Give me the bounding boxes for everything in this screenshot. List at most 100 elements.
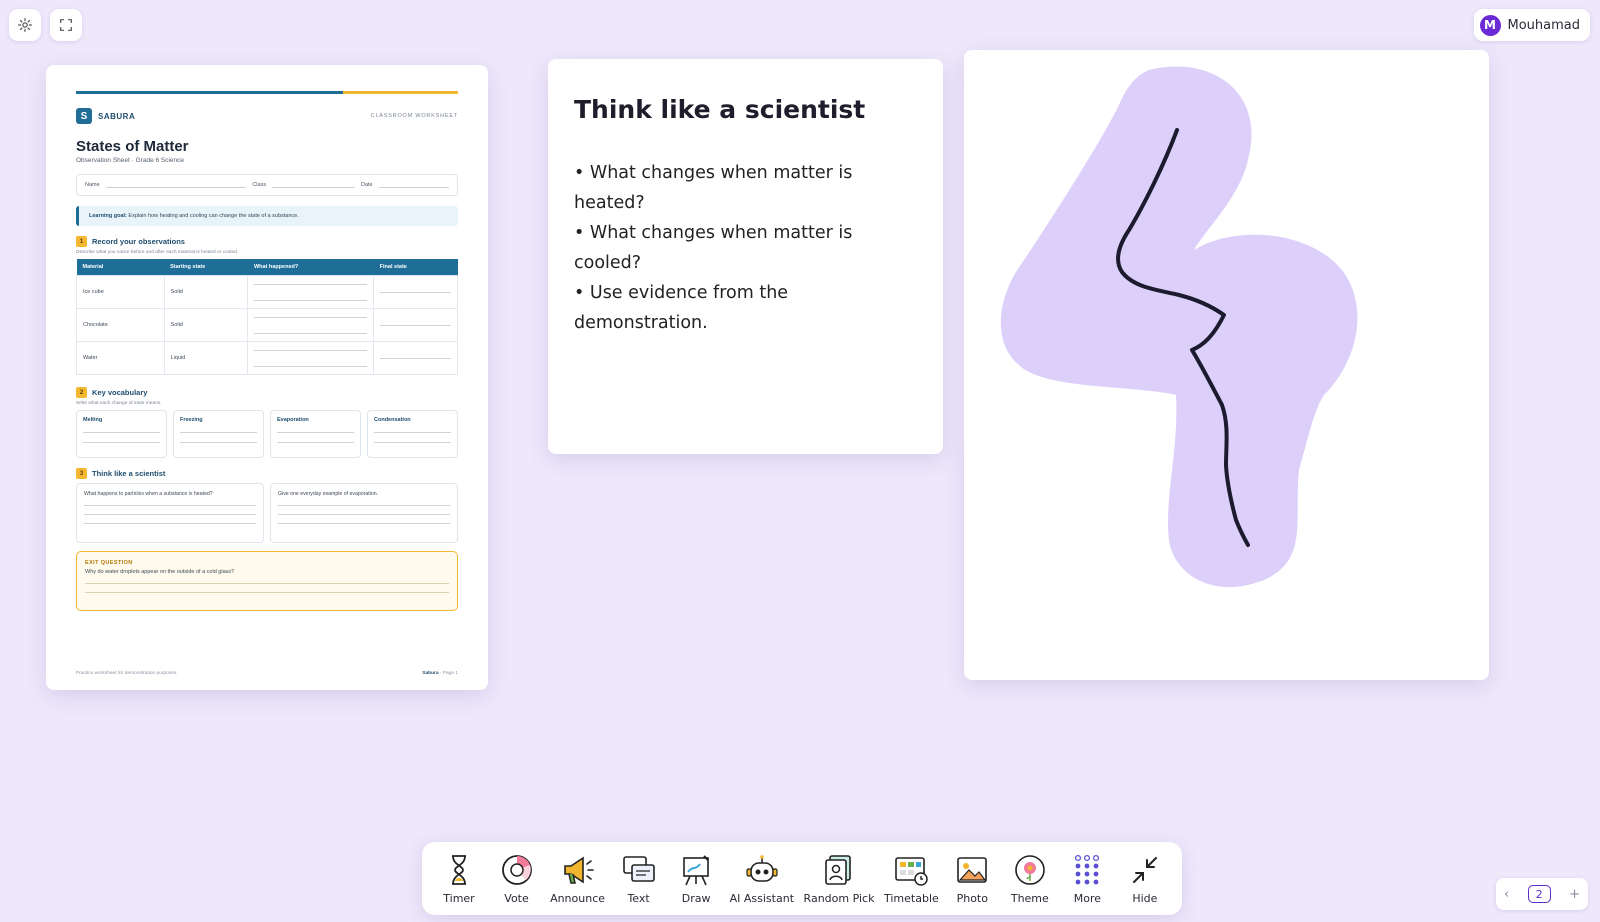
theme-icon xyxy=(1015,854,1045,885)
tool-label: Timer xyxy=(443,891,475,905)
page-navigation: ‹ 2 + xyxy=(1496,878,1588,910)
megaphone-icon xyxy=(563,856,594,884)
easel-icon xyxy=(683,854,709,885)
photo-button[interactable]: Photo xyxy=(948,853,996,905)
table-row: Water Liquid xyxy=(76,341,458,375)
theme-button[interactable]: Theme xyxy=(1006,853,1054,905)
vocab-term: Freezing xyxy=(180,417,203,423)
vocab-box: Condensation xyxy=(367,410,458,458)
timer-button[interactable]: Timer xyxy=(435,853,483,905)
avatar: M xyxy=(1479,14,1501,36)
exit-question-title: EXIT QUESTION xyxy=(85,560,133,566)
worksheet-title: States of Matter xyxy=(76,138,189,155)
text-bubble-icon xyxy=(622,855,655,882)
drawing-card[interactable] xyxy=(964,50,1489,680)
question-box: What happens to particles when a substan… xyxy=(76,483,264,543)
table-header: Final state xyxy=(373,259,458,276)
collapse-icon xyxy=(1132,856,1157,883)
footer-brand: Sabura xyxy=(422,671,439,676)
worksheet-card[interactable]: S SABURA CLASSROOM WORKSHEET States of M… xyxy=(46,65,488,690)
timetable-icon xyxy=(895,856,929,886)
section-title: Key vocabulary xyxy=(92,388,148,397)
learning-goal-label: Learning goal: xyxy=(89,213,127,219)
text-card-title: Think like a scientist xyxy=(574,95,866,124)
vocab-box: Melting xyxy=(76,410,167,458)
table-cell: Chocolate xyxy=(76,308,165,342)
current-page-indicator[interactable]: 2 xyxy=(1527,885,1551,903)
table-cell: Liquid xyxy=(163,341,249,375)
prev-page-button[interactable]: ‹ xyxy=(1504,887,1509,902)
tool-label: Vote xyxy=(504,891,529,905)
tool-label: Photo xyxy=(956,891,988,905)
question-boxes: What happens to particles when a substan… xyxy=(76,483,458,543)
hide-button[interactable]: Hide xyxy=(1121,853,1169,905)
question-text: Give one everyday example of evaporation… xyxy=(278,491,379,497)
worksheet-accent-bar xyxy=(76,91,458,94)
text-card-bullet: • Use evidence from the demonstration. xyxy=(574,283,789,333)
timetable-button[interactable]: Timetable xyxy=(884,853,939,905)
section-title: Think like a scientist xyxy=(92,469,166,478)
text-card-bullet: • What changes when matter is cooled? xyxy=(574,223,853,273)
tool-label: Timetable xyxy=(883,891,939,905)
pie-icon xyxy=(501,854,532,885)
text-card-bullet: • What changes when matter is heated? xyxy=(574,163,853,213)
draw-button[interactable]: Draw xyxy=(672,853,720,905)
hourglass-icon xyxy=(452,854,466,885)
table-header: Starting state xyxy=(164,259,248,276)
table-cell: Ice cube xyxy=(76,275,165,309)
drawing-canvas[interactable] xyxy=(964,50,1489,680)
vocab-box: Evaporation xyxy=(270,410,361,458)
field-class-label: Class xyxy=(252,182,267,188)
field-date-label: Date xyxy=(361,182,373,188)
footer-note: Practice worksheet for demonstration pur… xyxy=(76,671,178,676)
add-page-button[interactable]: + xyxy=(1569,887,1580,902)
vocab-term: Condensation xyxy=(374,417,411,423)
dots-grid-icon xyxy=(1075,854,1100,884)
observation-table: Material Starting state What happened? F… xyxy=(76,259,458,375)
settings-button[interactable] xyxy=(9,9,41,41)
tool-label: Random Pick xyxy=(803,891,875,905)
field-name-label: Name xyxy=(85,182,100,188)
text-button[interactable]: Text xyxy=(615,853,663,905)
section-number: 2 xyxy=(76,387,87,398)
user-menu[interactable]: M Mouhamad xyxy=(1473,9,1590,41)
ai-assistant-button[interactable]: AI Assistant xyxy=(730,853,794,905)
section-observations: 1 Record your observations xyxy=(76,236,458,247)
tool-label: Draw xyxy=(681,891,711,905)
vocab-term: Evaporation xyxy=(277,417,309,423)
section-hint: Write what each change of state means. xyxy=(76,401,162,406)
tool-label: More xyxy=(1073,891,1101,905)
vocab-box: Freezing xyxy=(173,410,264,458)
fullscreen-button[interactable] xyxy=(50,9,82,41)
exit-question-box: EXIT QUESTION Why do water droplets appe… xyxy=(76,551,458,611)
section-vocabulary: 2 Key vocabulary xyxy=(76,387,458,398)
learning-goal-text: Explain how heating and cooling can chan… xyxy=(128,213,299,219)
section-hint: Describe what you notice before and afte… xyxy=(76,250,239,255)
brand-logo: S xyxy=(76,108,92,124)
table-header: What happened? xyxy=(247,259,374,276)
vote-button[interactable]: Vote xyxy=(493,853,541,905)
worksheet-subtitle: Observation Sheet · Grade 6 Science xyxy=(76,157,185,164)
bottom-toolbar: Timer Vote Announce Text Draw AI Assista… xyxy=(422,842,1182,915)
random-pick-button[interactable]: Random Pick xyxy=(803,853,875,905)
tool-label: Text xyxy=(627,891,650,905)
table-cell: Solid xyxy=(163,308,249,342)
table-row: Ice cube Solid xyxy=(76,275,458,309)
text-card[interactable]: Think like a scientist • What changes wh… xyxy=(548,59,943,454)
vocab-boxes: Melting Freezing Evaporation Condensatio… xyxy=(76,410,458,458)
table-header: Material xyxy=(76,259,165,276)
robot-icon xyxy=(746,854,778,882)
question-box: Give one everyday example of evaporation… xyxy=(270,483,458,543)
more-button[interactable]: More xyxy=(1063,853,1111,905)
table-row: Chocolate Solid xyxy=(76,308,458,342)
announce-button[interactable]: Announce xyxy=(550,853,605,905)
photo-icon xyxy=(957,856,988,883)
worksheet-tag: CLASSROOM WORKSHEET xyxy=(370,113,458,119)
vocab-term: Melting xyxy=(83,417,103,423)
question-text: What happens to particles when a substan… xyxy=(84,491,213,497)
cards-icon xyxy=(825,854,851,885)
tool-label: Announce xyxy=(550,891,606,905)
footer-page: · Page 1 xyxy=(438,671,458,676)
worksheet-footer: Practice worksheet for demonstration pur… xyxy=(76,671,458,676)
section-think: 3 Think like a scientist xyxy=(76,468,458,479)
